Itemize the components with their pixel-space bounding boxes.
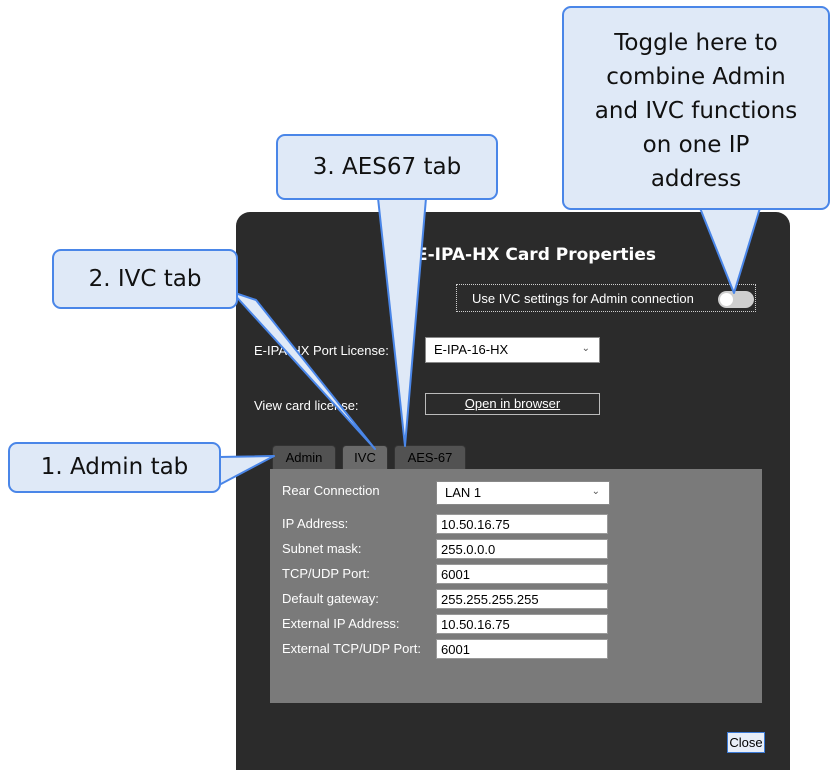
aes67-tab-callout: 3. AES67 tab bbox=[276, 134, 498, 200]
tab-aes67[interactable]: AES-67 bbox=[394, 445, 466, 469]
toggle-callout-line-4: on one IP bbox=[642, 132, 750, 158]
toggle-callout-line-3: and IVC functions bbox=[594, 98, 798, 124]
ivc-tab-callout-text: 2. IVC tab bbox=[88, 266, 202, 292]
tab-admin[interactable]: Admin bbox=[272, 445, 336, 469]
chevron-down-icon: ⌄ bbox=[581, 343, 590, 354]
close-button[interactable]: Close bbox=[727, 732, 765, 753]
subnet-mask-label: Subnet mask: bbox=[282, 541, 362, 556]
ip-address-field[interactable] bbox=[436, 514, 608, 534]
rear-connection-label: Rear Connection bbox=[282, 483, 380, 498]
toggle-callout: Toggle here to combine Admin and IVC fun… bbox=[562, 6, 830, 210]
ivc-settings-panel: Rear Connection LAN 1 ⌄ IP Address: Subn… bbox=[270, 469, 762, 703]
port-license-label: E-IPA-HX Port License: bbox=[254, 343, 389, 358]
toggle-label: Use IVC settings for Admin connection bbox=[472, 291, 694, 306]
default-gateway-label: Default gateway: bbox=[282, 591, 379, 606]
toggle-callout-line-1: Toggle here to bbox=[614, 30, 778, 56]
external-port-label: External TCP/UDP Port: bbox=[282, 641, 421, 656]
aes67-tab-callout-text: 3. AES67 tab bbox=[312, 154, 462, 180]
default-gateway-field[interactable] bbox=[436, 589, 608, 609]
tab-ivc[interactable]: IVC bbox=[342, 445, 388, 469]
tcp-udp-port-field[interactable] bbox=[436, 564, 608, 584]
toggle-callout-line-2: combine Admin bbox=[606, 64, 786, 90]
subnet-mask-field[interactable] bbox=[436, 539, 608, 559]
rear-connection-value: LAN 1 bbox=[445, 485, 482, 500]
card-properties-dialog: E-IPA-HX Card Properties Use IVC setting… bbox=[236, 212, 790, 770]
port-license-value: E-IPA-16-HX bbox=[434, 342, 509, 357]
admin-ivc-toggle-switch[interactable] bbox=[718, 291, 754, 308]
external-ip-label: External IP Address: bbox=[282, 616, 400, 631]
port-license-dropdown[interactable]: E-IPA-16-HX ⌄ bbox=[425, 337, 600, 363]
dialog-title: E-IPA-HX Card Properties bbox=[416, 245, 656, 265]
external-port-field[interactable] bbox=[436, 639, 608, 659]
admin-tab-callout-text: 1. Admin tab bbox=[40, 454, 189, 480]
admin-tab-callout: 1. Admin tab bbox=[8, 442, 221, 493]
view-license-label: View card license: bbox=[254, 398, 359, 413]
toggle-callout-line-5: address bbox=[650, 166, 742, 192]
admin-ivc-toggle-row[interactable]: Use IVC settings for Admin connection bbox=[456, 284, 756, 312]
external-ip-field[interactable] bbox=[436, 614, 608, 634]
ivc-tab-callout: 2. IVC tab bbox=[52, 249, 238, 309]
toggle-knob bbox=[720, 293, 733, 306]
chevron-down-icon: ⌄ bbox=[591, 486, 600, 497]
open-in-browser-button[interactable]: Open in browser bbox=[425, 393, 600, 415]
rear-connection-dropdown[interactable]: LAN 1 ⌄ bbox=[436, 481, 610, 505]
ip-address-label: IP Address: bbox=[282, 516, 349, 531]
tcp-udp-port-label: TCP/UDP Port: bbox=[282, 566, 370, 581]
